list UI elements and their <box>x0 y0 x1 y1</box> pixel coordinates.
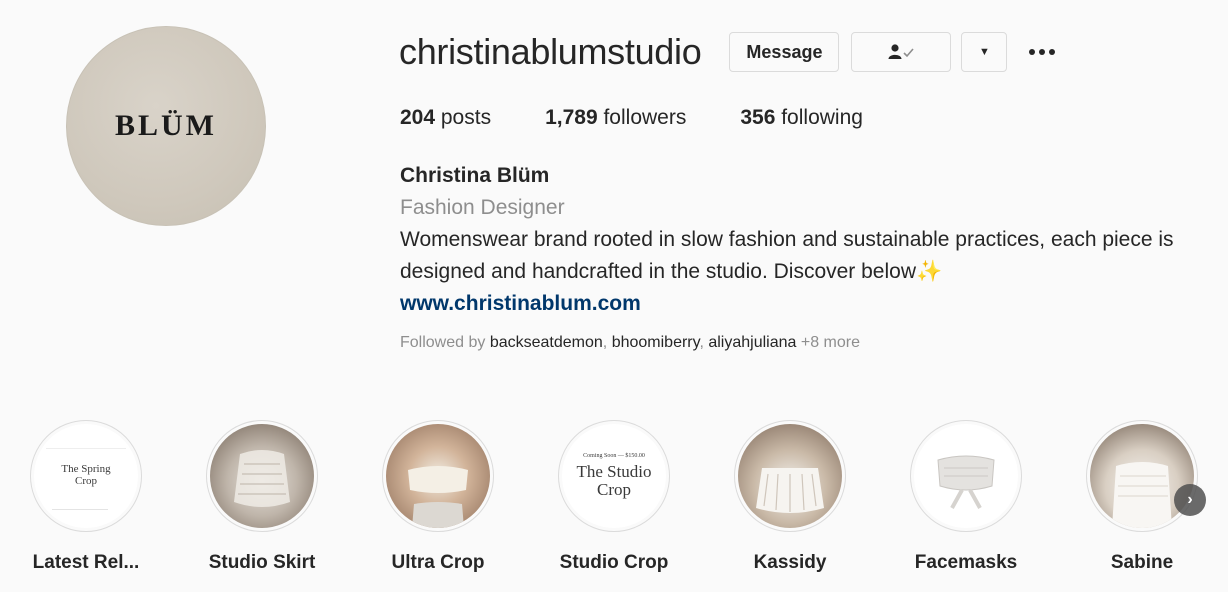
highlight-cover[interactable] <box>382 420 494 532</box>
following-button[interactable] <box>851 32 952 72</box>
posts-count: 204 posts <box>400 106 492 129</box>
highlight-label: Latest Rel... <box>32 552 140 573</box>
highlight-studio-skirt[interactable]: Studio Skirt <box>174 420 350 574</box>
highlight-label: Studio Skirt <box>208 552 316 573</box>
kassidy-photo <box>756 468 824 513</box>
skirt-photo <box>234 450 290 507</box>
sabine-photo <box>1112 462 1172 528</box>
more-horizontal-icon[interactable] <box>1025 45 1059 59</box>
avatar-logo-text: BLÜM <box>115 109 217 142</box>
follower-name[interactable]: bhoomiberry <box>612 334 700 351</box>
highlight-cover[interactable] <box>734 420 846 532</box>
highlight-cover[interactable]: Coming Soon — $150.00 The Studio Crop <box>558 420 670 532</box>
highlight-cover-small-text: Coming Soon — $150.00 <box>583 453 645 459</box>
highlight-latest-release[interactable]: The Spring Crop Latest Rel... <box>0 420 174 574</box>
following-link[interactable]: 356 following <box>740 106 863 130</box>
highlight-ultra-crop[interactable]: Ultra Crop <box>350 420 526 574</box>
highlight-cover[interactable] <box>910 420 1022 532</box>
facemask-photo <box>937 455 995 509</box>
highlight-cover[interactable]: The Spring Crop <box>30 420 142 532</box>
person-check-icon <box>888 44 915 59</box>
profile-header: christinablumstudio Message ▼ <box>399 30 1059 74</box>
follower-name[interactable]: aliyahjuliana <box>708 334 796 351</box>
message-button[interactable]: Message <box>729 32 840 72</box>
highlight-label: Facemasks <box>914 552 1018 573</box>
highlight-studio-crop[interactable]: Coming Soon — $150.00 The Studio Crop St… <box>526 420 702 574</box>
profile-username: christinablumstudio <box>399 31 702 72</box>
highlight-facemasks[interactable]: Facemasks <box>878 420 1054 574</box>
highlight-label: Sabine <box>1110 552 1174 573</box>
highlight-label: Studio Crop <box>559 552 669 573</box>
highlight-label: Kassidy <box>753 552 827 573</box>
bio-website-link[interactable]: www.christinablum.com <box>400 288 1190 320</box>
profile-stats: 204 posts 1,789 followers 356 following <box>400 106 917 130</box>
bio-category: Fashion Designer <box>400 196 565 219</box>
profile-bio: Christina Blüm Fashion Designer Womenswe… <box>400 160 1190 320</box>
followers-link[interactable]: 1,789 followers <box>545 106 686 130</box>
highlight-cover[interactable] <box>1086 420 1198 532</box>
highlight-label: Ultra Crop <box>391 552 485 573</box>
bio-description: Womenswear brand rooted in slow fashion … <box>400 228 1174 283</box>
followed-by[interactable]: Followed by backseatdemon, bhoomiberry, … <box>400 334 860 352</box>
chevron-right-icon[interactable]: › <box>1174 484 1206 516</box>
story-highlights: The Spring Crop Latest Rel... Studio Ski… <box>0 420 1228 592</box>
caret-down-icon: ▼ <box>979 46 990 58</box>
suggested-dropdown-button[interactable]: ▼ <box>961 32 1008 72</box>
followed-by-more[interactable]: +8 more <box>801 334 860 351</box>
crop-top-photo <box>408 466 468 528</box>
highlight-cover[interactable] <box>206 420 318 532</box>
highlight-cover-text: The Spring Crop <box>61 463 111 487</box>
highlight-kassidy[interactable]: Kassidy <box>702 420 878 574</box>
follower-name[interactable]: backseatdemon <box>490 334 603 351</box>
bio-full-name: Christina Blüm <box>400 164 550 187</box>
highlight-cover-text: The Studio Crop <box>576 462 652 500</box>
profile-avatar[interactable]: BLÜM <box>66 26 266 226</box>
